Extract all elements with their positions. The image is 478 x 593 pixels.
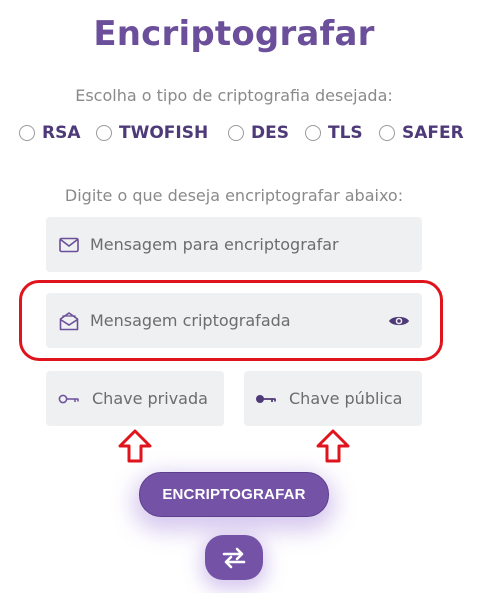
crypto-type-prompt: Escolha o tipo de criptografia desejada: [75,86,393,105]
radio-circle[interactable] [19,125,35,141]
private-key-field[interactable]: Chave privada [46,371,224,426]
arrow-up-icon [118,429,152,463]
message-field[interactable]: Mensagem para encriptografar [46,217,422,272]
radio-circle[interactable] [228,125,244,141]
radio-des[interactable]: DES [228,122,289,144]
radio-circle[interactable] [305,125,321,141]
radio-tls[interactable]: TLS [305,122,363,144]
highlight-box [19,280,443,361]
envelope-icon [59,237,79,253]
public-key-field[interactable]: Chave pública [244,371,422,426]
input-prompt: Digite o que deseja encriptografar abaix… [64,186,404,205]
key-filled-icon [255,393,277,405]
swap-button[interactable] [205,535,263,580]
swap-arrows-icon [221,547,247,569]
private-key-placeholder: Chave privada [92,389,208,408]
radio-label-rsa: RSA [42,123,81,143]
radio-label-des: DES [251,123,289,143]
arrow-up-icon [316,429,350,463]
radio-circle[interactable] [96,125,112,141]
public-key-placeholder: Chave pública [289,389,403,408]
radio-label-twofish: TWOFISH [119,123,209,143]
radio-circle[interactable] [379,125,395,141]
page-title: Encriptografar [93,14,375,54]
crypto-type-radio-group: RSA TWOFISH DES TLS SAFER [0,122,478,144]
message-placeholder: Mensagem para encriptografar [90,235,339,254]
radio-label-safer: SAFER [402,123,464,143]
radio-label-tls: TLS [328,123,363,143]
key-outline-icon [58,393,80,405]
radio-rsa[interactable]: RSA [19,122,81,144]
encrypt-button[interactable]: ENCRIPTOGRAFAR [139,472,329,517]
radio-twofish[interactable]: TWOFISH [96,122,208,144]
radio-safer[interactable]: SAFER [379,122,464,144]
